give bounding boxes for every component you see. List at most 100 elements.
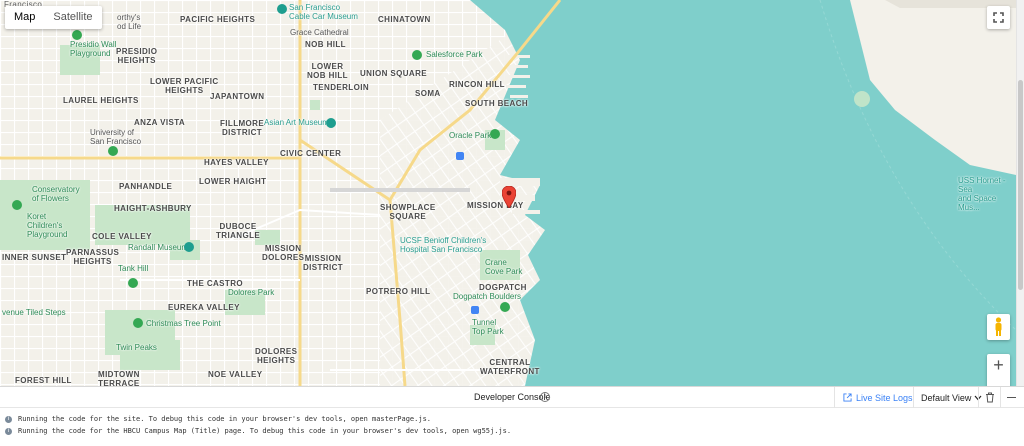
label-japantown: JAPANTOWN <box>210 92 265 101</box>
default-view-dropdown[interactable]: Default View <box>921 387 982 408</box>
label-dolores-heights: DOLORES HEIGHTS <box>255 347 298 365</box>
label-civic-center: CIVIC CENTER <box>280 149 342 158</box>
poi-cable-car-museum[interactable]: San Francisco Cable Car Museum <box>289 3 358 21</box>
label-rincon-hill: RINCON HILL <box>449 80 505 89</box>
poi-oracle-park[interactable]: Oracle Park <box>449 131 491 140</box>
label-tenderloin: TENDERLOIN <box>313 83 369 92</box>
label-forest-hill: FOREST HILL <box>15 376 72 385</box>
pegman-icon <box>995 317 1002 336</box>
console-header: Developer Console i Live Site Logs Defau… <box>0 387 1024 408</box>
transit-icon[interactable] <box>471 306 479 314</box>
poi-randall-museum[interactable]: Randall Museum <box>128 243 188 252</box>
poi-twin-peaks[interactable]: Twin Peaks <box>116 343 157 352</box>
poi-uss-hornet[interactable]: USS Hornet - Sea and Space Mus... <box>958 176 1016 212</box>
poi-salesforce-park[interactable]: Salesforce Park <box>426 50 482 59</box>
label-haight-ashbury: HAIGHT-ASHBURY <box>114 204 192 213</box>
fullscreen-icon <box>993 12 1004 23</box>
label-the-castro: THE CASTRO <box>187 279 243 288</box>
map-scrollbar[interactable] <box>1016 0 1024 386</box>
poi-university[interactable]: University of San Francisco <box>90 128 141 146</box>
info-icon: i <box>5 427 12 435</box>
park-icon[interactable] <box>72 30 82 40</box>
zoom-in-button[interactable]: + <box>987 354 1010 376</box>
default-view-label: Default View <box>921 392 972 403</box>
street-view-button[interactable] <box>987 314 1010 340</box>
external-link-icon <box>843 393 852 402</box>
divider <box>978 387 979 408</box>
log-entry-text: Running the code for the site. To debug … <box>18 415 432 423</box>
park-icon[interactable] <box>412 50 422 60</box>
label-cole-valley: COLE VALLEY <box>92 232 152 241</box>
trash-icon[interactable] <box>985 392 995 403</box>
map-type-satellite-button[interactable]: Satellite <box>44 6 101 29</box>
label-mission-district: MISSION DISTRICT <box>303 254 344 272</box>
label-hayes-valley: HAYES VALLEY <box>204 158 269 167</box>
label-potrero-hill: POTRERO HILL <box>366 287 431 296</box>
label-soma: SOMA <box>415 89 441 98</box>
fullscreen-button[interactable] <box>987 6 1010 29</box>
poi-conservatory[interactable]: Conservatory of Flowers <box>32 185 80 203</box>
live-site-logs-label: Live Site Logs <box>856 392 913 403</box>
poi-worthys[interactable]: orthy's od Life <box>117 13 141 31</box>
poi-dolores-park[interactable]: Dolores Park <box>228 288 274 297</box>
stadium-icon[interactable] <box>490 129 500 139</box>
info-icon: i <box>5 415 12 423</box>
label-eureka-valley: EUREKA VALLEY <box>168 303 240 312</box>
label-nob-hill: NOB HILL <box>305 40 346 49</box>
park-icon[interactable] <box>500 302 510 312</box>
app-root: Francisco PACIFIC HEIGHTS NOB HILL CHINA… <box>0 0 1024 446</box>
museum-icon[interactable] <box>277 4 287 14</box>
poi-crane-cove[interactable]: Crane Cove Park <box>485 258 522 276</box>
poi-asian-art-museum[interactable]: Asian Art Museum <box>264 118 329 127</box>
label-dogpatch: DOGPATCH <box>479 283 527 292</box>
label-mission-dolores: MISSION DOLORES <box>262 244 305 262</box>
museum-icon[interactable] <box>184 242 194 252</box>
label-lower-pacific-heights: LOWER PACIFIC HEIGHTS <box>150 77 219 95</box>
poi-koret[interactable]: Koret Children's Playground <box>27 212 67 239</box>
poi-christmas-tree-point[interactable]: Christmas Tree Point <box>146 319 221 328</box>
map-type-control: Map Satellite <box>5 6 102 29</box>
label-union-square: UNION SQUARE <box>360 69 428 78</box>
developer-console: Developer Console i Live Site Logs Defau… <box>0 386 1024 446</box>
label-panhandle: PANHANDLE <box>119 182 173 191</box>
label-chinatown: CHINATOWN <box>378 15 431 24</box>
poi-grace-cathedral[interactable]: Grace Cathedral <box>290 28 349 37</box>
campus-icon[interactable] <box>108 146 118 156</box>
scrollbar-thumb[interactable] <box>1018 80 1023 290</box>
label-pacific-heights: PACIFIC HEIGHTS <box>180 15 256 24</box>
transit-icon[interactable] <box>456 152 464 160</box>
divider <box>1000 387 1001 408</box>
poi-ucsf[interactable]: UCSF Benioff Children's Hospital San Fra… <box>400 236 486 254</box>
label-inner-sunset: INNER SUNSET <box>2 253 67 262</box>
poi-presidio-wall[interactable]: Presidio Wall Playground <box>70 40 116 58</box>
divider <box>834 387 835 408</box>
label-showplace-square: SHOWPLACE SQUARE <box>380 203 436 221</box>
poi-tank-hill[interactable]: Tank Hill <box>118 264 148 273</box>
minimize-icon[interactable] <box>1007 397 1016 398</box>
map-canvas[interactable]: Francisco PACIFIC HEIGHTS NOB HILL CHINA… <box>0 0 1016 386</box>
label-lower-nob-hill: LOWER NOB HILL <box>307 62 348 80</box>
zoom-control: + <box>987 354 1010 386</box>
map-type-map-button[interactable]: Map <box>5 6 44 29</box>
log-entry: i Running the code for the site. To debu… <box>5 413 431 425</box>
label-presidio-heights: PRESIDIO HEIGHTS <box>116 47 158 65</box>
museum-icon[interactable] <box>326 118 336 128</box>
poi-venue-tiled-steps[interactable]: venue Tiled Steps <box>2 308 66 317</box>
label-central-waterfront: CENTRAL WATERFRONT <box>480 358 540 376</box>
label-parnassus-heights: PARNASSUS HEIGHTS <box>66 248 120 266</box>
label-midtown-terrace: MIDTOWN TERRACE <box>98 370 140 386</box>
label-anza-vista: ANZA VISTA <box>134 118 186 127</box>
poi-dogpatch-boulders[interactable]: Dogpatch Boulders <box>453 292 521 301</box>
park-icon[interactable] <box>133 318 143 328</box>
label-laurel-heights: LAUREL HEIGHTS <box>63 96 139 105</box>
label-south-beach: SOUTH BEACH <box>465 99 529 108</box>
live-site-logs-link[interactable]: Live Site Logs <box>843 387 913 408</box>
info-icon[interactable]: i <box>540 392 550 402</box>
divider <box>913 387 914 408</box>
park-icon[interactable] <box>128 278 138 288</box>
log-entry: i Running the code for the HBCU Campus M… <box>5 425 511 437</box>
poi-tunnel-top-park[interactable]: Tunnel Top Park <box>472 318 504 336</box>
label-noe-valley: NOE VALLEY <box>208 370 263 379</box>
location-marker-icon[interactable] <box>502 186 516 208</box>
park-icon[interactable] <box>12 200 22 210</box>
